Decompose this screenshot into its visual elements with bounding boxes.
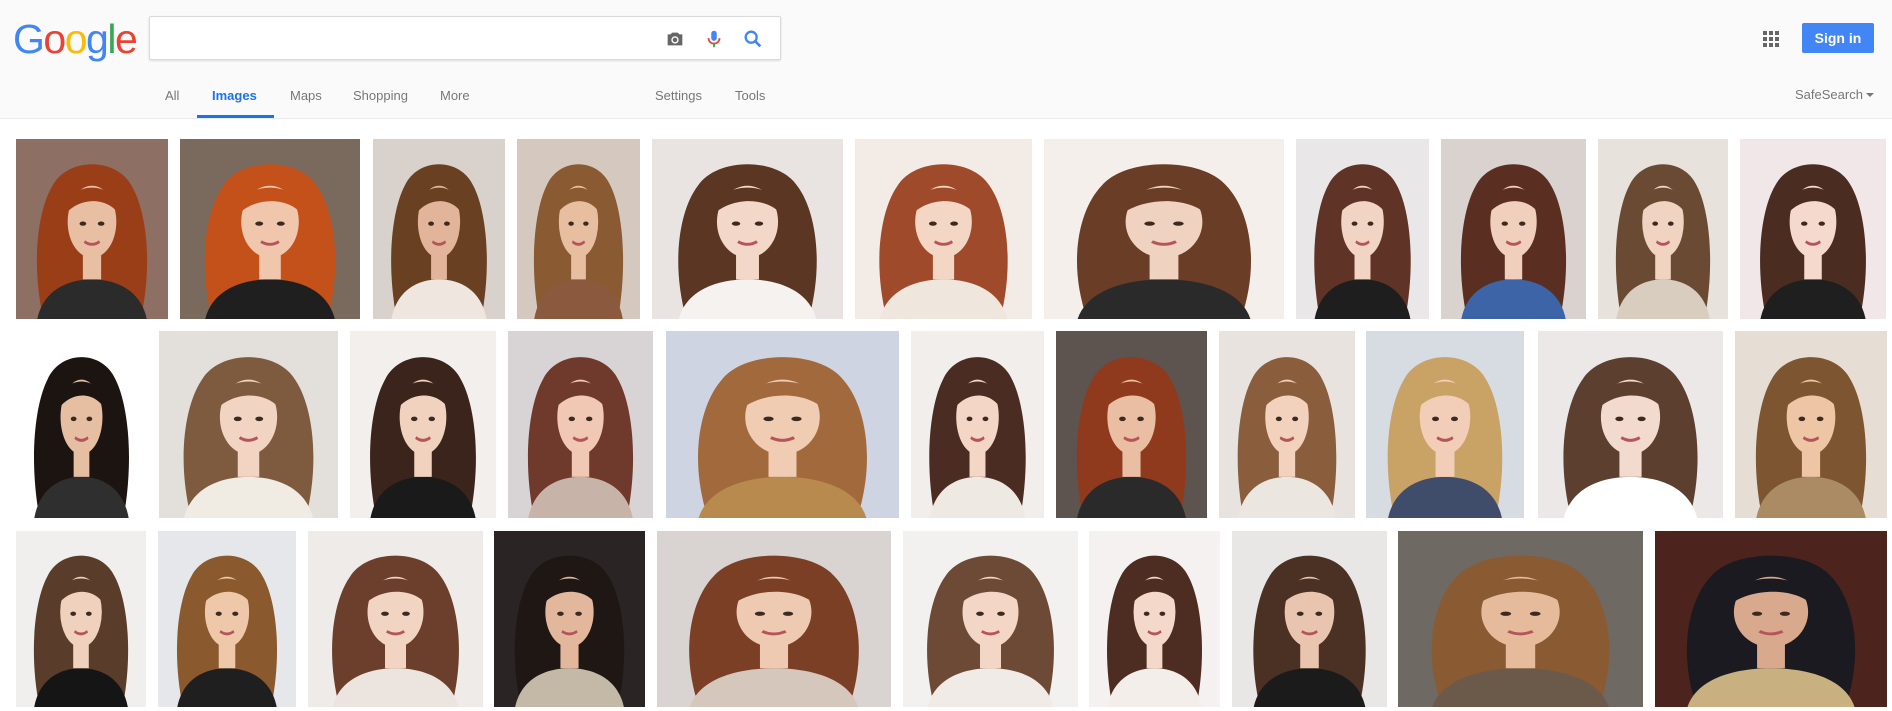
image-result-thumbnail[interactable] bbox=[373, 139, 505, 319]
logo-letter: o bbox=[43, 16, 66, 62]
image-result-thumbnail[interactable] bbox=[1232, 531, 1387, 707]
image-result-thumbnail[interactable] bbox=[903, 531, 1078, 707]
portrait-image bbox=[308, 531, 483, 707]
safesearch-label: SafeSearch bbox=[1795, 87, 1863, 102]
portrait-image bbox=[1441, 139, 1586, 319]
image-result-thumbnail[interactable] bbox=[494, 531, 645, 707]
image-result-thumbnail[interactable] bbox=[1398, 531, 1643, 707]
tab-settings[interactable]: Settings bbox=[655, 88, 702, 103]
image-result-thumbnail[interactable] bbox=[855, 139, 1032, 319]
image-result-thumbnail[interactable] bbox=[1441, 139, 1586, 319]
image-result-thumbnail[interactable] bbox=[308, 531, 483, 707]
logo-letter: G bbox=[13, 16, 45, 62]
portrait-image bbox=[1044, 139, 1284, 319]
safesearch-dropdown[interactable]: SafeSearch bbox=[1795, 87, 1874, 102]
portrait-image bbox=[1232, 531, 1387, 707]
portrait-image bbox=[666, 331, 899, 518]
image-result-thumbnail[interactable] bbox=[508, 331, 653, 518]
image-result-thumbnail[interactable] bbox=[1056, 331, 1207, 518]
portrait-image bbox=[1219, 331, 1355, 518]
tab-images[interactable]: Images bbox=[212, 88, 257, 103]
portrait-image bbox=[1740, 139, 1886, 319]
image-result-thumbnail[interactable] bbox=[666, 331, 899, 518]
portrait-image bbox=[652, 139, 843, 319]
portrait-image bbox=[1735, 331, 1887, 518]
portrait-image bbox=[1538, 331, 1723, 518]
image-result-thumbnail[interactable] bbox=[16, 531, 146, 707]
image-result-thumbnail[interactable] bbox=[1089, 531, 1220, 707]
tab-all[interactable]: All bbox=[165, 88, 179, 103]
logo-letter: e bbox=[114, 16, 138, 62]
microphone-icon[interactable] bbox=[703, 28, 725, 50]
portrait-image bbox=[158, 531, 296, 707]
image-result-thumbnail[interactable] bbox=[1044, 139, 1284, 319]
logo-letter: l bbox=[107, 16, 116, 62]
portrait-image bbox=[508, 331, 653, 518]
portrait-image bbox=[1056, 331, 1207, 518]
search-box bbox=[149, 16, 781, 60]
top-bar: Google Sign in All Images Maps Shopping … bbox=[0, 0, 1892, 119]
portrait-image bbox=[1089, 531, 1220, 707]
tab-tools[interactable]: Tools bbox=[735, 88, 765, 103]
portrait-image bbox=[517, 139, 640, 319]
portrait-image bbox=[903, 531, 1078, 707]
portrait-image bbox=[1598, 139, 1728, 319]
image-result-thumbnail[interactable] bbox=[350, 331, 496, 518]
image-result-thumbnail[interactable] bbox=[652, 139, 843, 319]
search-input[interactable] bbox=[162, 23, 646, 55]
portrait-image bbox=[16, 531, 146, 707]
sign-in-button[interactable]: Sign in bbox=[1802, 23, 1874, 53]
portrait-image bbox=[180, 139, 360, 319]
tab-maps[interactable]: Maps bbox=[290, 88, 322, 103]
image-result-thumbnail[interactable] bbox=[1219, 331, 1355, 518]
portrait-image bbox=[1296, 139, 1429, 319]
image-result-thumbnail[interactable] bbox=[1740, 139, 1886, 319]
portrait-image bbox=[16, 331, 147, 518]
portrait-image bbox=[1366, 331, 1524, 518]
image-result-thumbnail[interactable] bbox=[159, 331, 338, 518]
image-result-thumbnail[interactable] bbox=[1655, 531, 1887, 707]
image-result-thumbnail[interactable] bbox=[1598, 139, 1728, 319]
tab-more[interactable]: More bbox=[440, 88, 470, 103]
image-result-thumbnail[interactable] bbox=[16, 139, 168, 319]
image-result-thumbnail[interactable] bbox=[1538, 331, 1723, 518]
search-icon[interactable] bbox=[742, 28, 764, 50]
image-result-thumbnail[interactable] bbox=[911, 331, 1044, 518]
active-tab-indicator bbox=[197, 115, 274, 118]
logo-letter: o bbox=[64, 16, 88, 62]
image-result-thumbnail[interactable] bbox=[16, 331, 147, 518]
tab-shopping[interactable]: Shopping bbox=[353, 88, 408, 103]
portrait-image bbox=[855, 139, 1032, 319]
caret-down-icon bbox=[1865, 93, 1874, 97]
portrait-image bbox=[373, 139, 505, 319]
portrait-image bbox=[350, 331, 496, 518]
portrait-image bbox=[494, 531, 645, 707]
image-result-thumbnail[interactable] bbox=[1735, 331, 1887, 518]
portrait-image bbox=[159, 331, 338, 518]
camera-icon[interactable] bbox=[664, 28, 686, 50]
image-result-thumbnail[interactable] bbox=[158, 531, 296, 707]
portrait-image bbox=[16, 139, 168, 319]
google-logo[interactable]: Google bbox=[13, 14, 138, 64]
image-result-thumbnail[interactable] bbox=[1296, 139, 1429, 319]
apps-grid-icon[interactable] bbox=[1762, 30, 1780, 48]
image-result-thumbnail[interactable] bbox=[657, 531, 891, 707]
image-result-thumbnail[interactable] bbox=[180, 139, 360, 319]
portrait-image bbox=[657, 531, 891, 707]
portrait-image bbox=[1398, 531, 1643, 707]
portrait-image bbox=[911, 331, 1044, 518]
image-result-thumbnail[interactable] bbox=[517, 139, 640, 319]
portrait-image bbox=[1655, 531, 1887, 707]
logo-letter: g bbox=[86, 16, 109, 62]
image-result-thumbnail[interactable] bbox=[1366, 331, 1524, 518]
